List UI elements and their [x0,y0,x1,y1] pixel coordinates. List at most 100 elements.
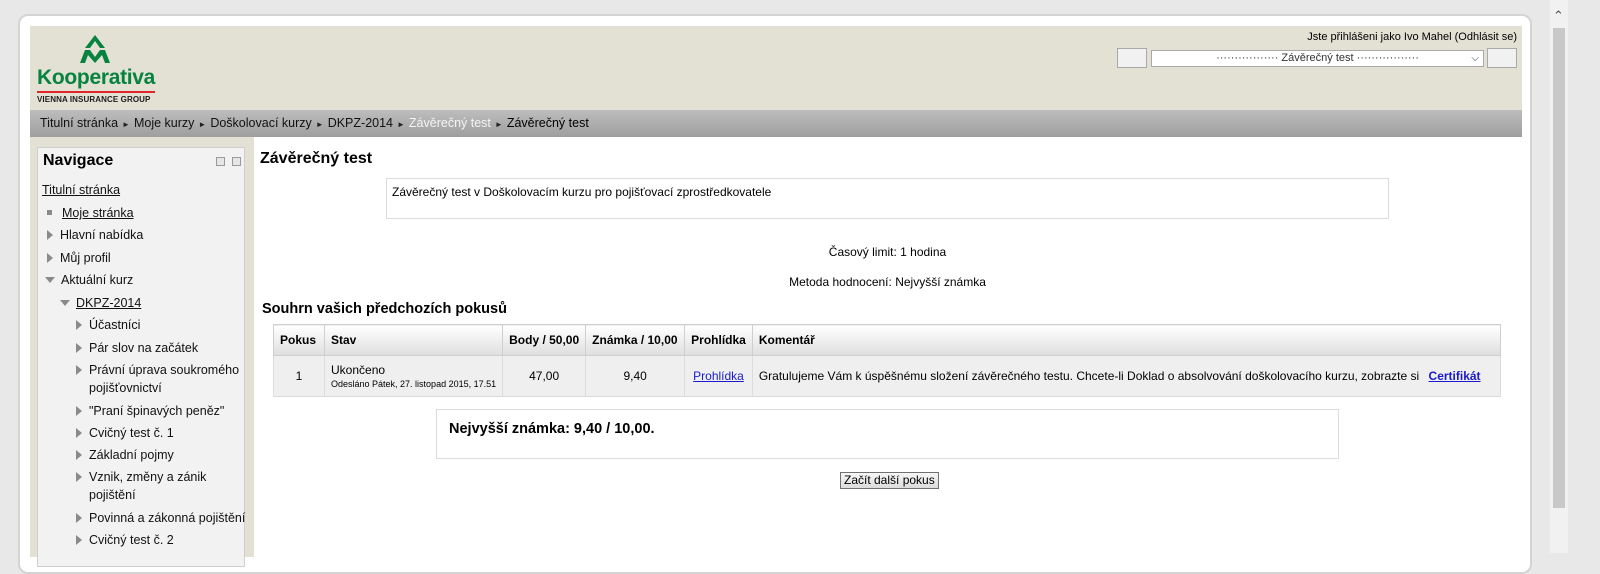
breadcrumb-separator-icon: ► [315,120,324,129]
nav-item-my-page[interactable]: Moje stránka [47,205,134,222]
nav-item-practice-test-2[interactable]: Cvičný test č. 2 [76,532,174,549]
col-header-points: Body / 50,00 [502,324,587,356]
col-header-comment: Komentář [751,324,1502,356]
nav-item-label: Pár slov na začátek [89,341,199,355]
bullet-icon [47,210,52,215]
nav-item-home-link[interactable]: Titulní stránka [42,183,120,197]
nav-item-legal[interactable]: Právní úprava soukromého [76,362,239,379]
best-grade-box: Nejvyšší známka: 9,40 / 10,00. [436,409,1339,459]
grading-method-text: Metoda hodnocení: Nejvyšší známka [789,275,986,289]
cell-comment: Gratulujeme Vám k úspěšnému složení závě… [751,355,1502,397]
col-header-grade: Známka / 10,00 [585,324,686,356]
scroll-up-icon[interactable]: ⌃ [1553,8,1564,24]
breadcrumb-category[interactable]: Doškolovací kurzy [210,116,311,130]
col-header-review: Prohlídka [684,324,753,356]
nav-item-insurance-lifecycle-cont[interactable]: pojištění [89,487,136,504]
block-dock-icon[interactable] [232,157,241,166]
logo-mark-icon [80,35,110,63]
breadcrumb-my-courses[interactable]: Moje kurzy [134,116,194,130]
scrollbar-thumb[interactable] [1553,28,1565,508]
nav-item-label: Cvičný test č. 1 [89,426,174,440]
quiz-intro-text: Závěrečný test v Doškolovacím kurzu pro … [392,185,772,199]
nav-item-money-laundering[interactable]: "Praní špinavých peněz" [76,403,224,420]
state-text: Ukončeno [331,363,386,377]
expand-arrow-icon [76,513,82,523]
table-row: 1 Ukončeno Odesláno Pátek, 27. listopad … [273,355,1502,397]
breadcrumb-separator-icon: ► [494,120,503,129]
expand-arrow-icon [76,450,82,460]
breadcrumb-separator-icon: ► [122,120,130,129]
breadcrumb-separator-icon: ► [397,120,405,129]
time-limit-text: Časový limit: 1 hodina [828,245,947,259]
breadcrumb-section[interactable]: Závěrečný test [409,116,491,130]
nav-item-label: pojištění [89,488,136,502]
page-title: Závěrečný test [260,150,373,167]
login-text: Jste přihlášeni jako Ivo Mahel [1307,31,1452,43]
cell-grade: 9,40 [585,355,686,397]
nav-item-intro[interactable]: Pár slov na začátek [76,340,198,357]
breadcrumb-home[interactable]: Titulní stránka [40,116,118,130]
nav-item-course-dkpz[interactable]: DKPZ-2014 [60,295,141,312]
breadcrumb-course[interactable]: DKPZ-2014 [328,116,393,130]
breadcrumb: Titulní stránka ► Moje kurzy ► Doškolovací k… [40,110,589,138]
breadcrumb-bar: Titulní stránka ► Moje kurzy ► Doškolovací k… [30,110,1522,137]
certificate-link[interactable]: Certifikát [1429,369,1481,383]
cell-attempt: 1 [273,355,325,397]
block-hide-icon[interactable] [216,157,225,166]
nav-item-main-menu[interactable]: Hlavní nabídka [47,227,143,244]
collapse-arrow-icon [45,277,55,283]
nav-item-course-link[interactable]: DKPZ-2014 [76,296,141,310]
nav-item-basic-terms[interactable]: Základní pojmy [76,447,174,464]
chevron-down-icon: ⌵ [1471,53,1479,64]
jump-next-button[interactable] [1487,48,1517,68]
nav-item-participants[interactable]: Účastníci [76,317,140,334]
jump-selected-value: ················· Závěrečný test ·······… [1216,52,1419,64]
jump-to-select[interactable]: ················· Závěrečný test ·······… [1151,50,1484,67]
logo-wordmark: Kooperativa [37,66,156,89]
breadcrumb-current: Závěrečný test [506,116,589,130]
review-link[interactable]: Prohlídka [693,369,744,383]
nav-item-label: Právní úprava soukromého [89,363,240,377]
nav-item-label: Základní pojmy [89,448,174,462]
cell-state: Ukončeno Odesláno Pátek, 27. listopad 20… [323,355,504,397]
nav-item-label: Účastníci [89,318,141,332]
nav-item-label: Povinná a zákonná pojištění [89,511,246,525]
expand-arrow-icon [76,365,82,375]
nav-item-my-page-link[interactable]: Moje stránka [62,206,134,220]
left-column: Navigace Titulní stránka Moje stránka Hl… [30,137,254,567]
submitted-text: Odesláno Pátek, 27. listopad 2015, 17.51 [331,379,497,389]
kooperativa-logo[interactable]: Kooperativa VIENNA INSURANCE GROUP [37,34,167,104]
expand-arrow-icon [47,230,53,240]
expand-arrow-icon [76,343,82,353]
nav-item-legal-cont[interactable]: pojišťovnictví [89,380,162,397]
best-grade-text: Nejvyšší známka: 9,40 / 10,00. [449,421,655,437]
logout-link[interactable]: (Odhlásit se) [1455,31,1517,43]
nav-item-insurance-lifecycle[interactable]: Vznik, změny a zánik [76,469,206,486]
nav-item-mandatory-insurance[interactable]: Povinná a zákonná pojištění [76,510,245,527]
nav-item-current-course[interactable]: Aktuální kurz [45,272,133,289]
nav-item-label: "Praní špinavých peněz" [89,404,225,418]
collapse-arrow-icon [60,300,70,306]
table-header-row: Pokus Stav Body / 50,00 Známka / 10,00 P… [273,324,1502,356]
attempts-table: Pokus Stav Body / 50,00 Známka / 10,00 P… [273,324,1502,397]
nav-item-label: Můj profil [60,251,111,265]
nav-item-label: pojišťovnictví [89,381,162,395]
navigation-title: Navigace [43,152,114,169]
logo-underline [37,91,155,93]
expand-arrow-icon [47,253,53,263]
comment-text: Gratulujeme Vám k úspěšnému složení závě… [758,369,1420,383]
col-header-state: Stav [323,324,504,356]
navigation-block: Navigace Titulní stránka Moje stránka Hl… [37,147,245,567]
logo-subtitle: VIENNA INSURANCE GROUP [37,95,151,104]
nav-item-my-profile[interactable]: Můj profil [47,250,111,267]
jump-prev-button[interactable] [1117,48,1147,68]
nav-item-label: Aktuální kurz [61,273,134,287]
nav-item-practice-test-1[interactable]: Cvičný test č. 1 [76,425,174,442]
nav-item-home[interactable]: Titulní stránka [42,182,120,199]
expand-arrow-icon [76,472,82,482]
expand-arrow-icon [76,320,82,330]
start-new-attempt-button[interactable]: Začít další pokus [840,472,939,489]
login-info: Jste přihlášeni jako Ivo Mahel (Odhlásit… [1307,31,1517,43]
nav-item-label: Cvičný test č. 2 [89,533,174,547]
header: Kooperativa VIENNA INSURANCE GROUP Jste … [30,26,1522,110]
